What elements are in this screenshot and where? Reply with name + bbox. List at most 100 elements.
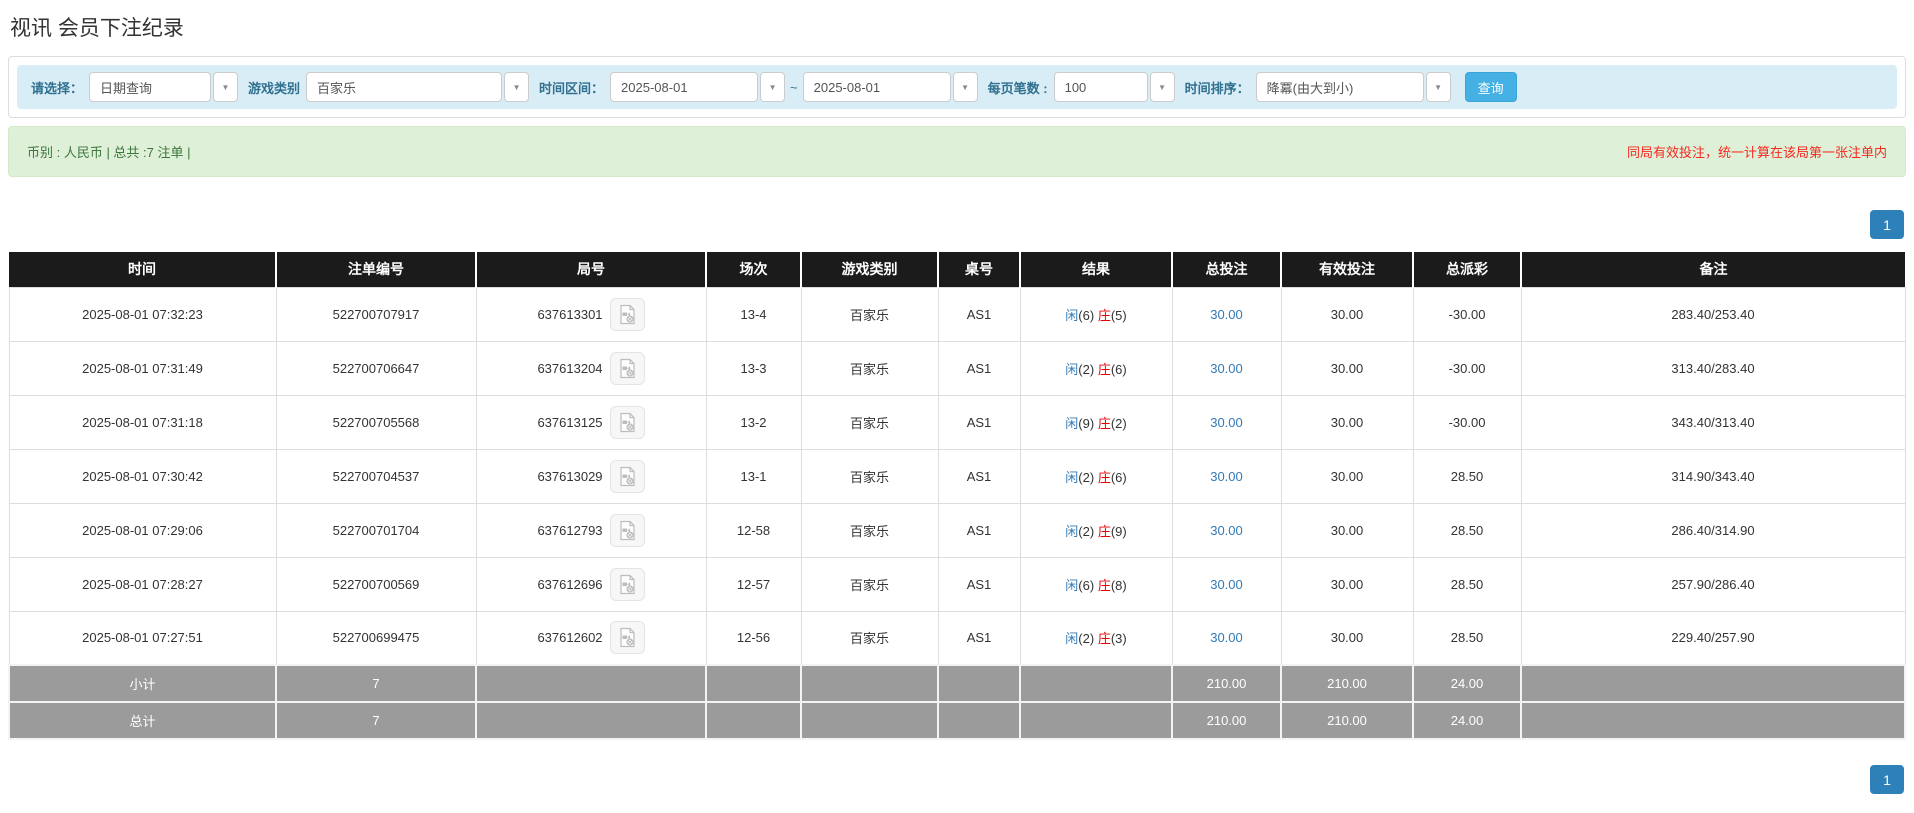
subtotal-valid-bet: 210.00: [1280, 664, 1414, 703]
table-row: 2025-08-01 07:29:06 522700701704 6376127…: [8, 502, 1906, 558]
cell-total-bet: 30.00: [1171, 502, 1282, 558]
result-player-label: 闲: [1065, 469, 1079, 485]
header-round-id: 局号: [476, 252, 707, 287]
result-banker-label: 庄: [1097, 307, 1111, 323]
time-sort-select[interactable]: 降冪(由大到小) ▼: [1255, 72, 1451, 102]
total-bet-link[interactable]: 30.00: [1210, 307, 1243, 322]
total-bet-link[interactable]: 30.00: [1210, 361, 1243, 376]
cell-game-type: 百家乐: [800, 340, 939, 396]
page-1-button[interactable]: 1: [1870, 210, 1904, 239]
chevron-down-icon[interactable]: ▼: [213, 72, 239, 102]
cell-result: 闲(2) 庄(3): [1019, 610, 1173, 666]
total-total-bet: 210.00: [1171, 701, 1282, 740]
result-player-label: 闲: [1065, 523, 1079, 539]
cell-table-number: AS1: [937, 448, 1021, 504]
cell-payout: 28.50: [1412, 610, 1522, 666]
game-type-value[interactable]: 百家乐: [306, 72, 503, 102]
chevron-down-icon[interactable]: ▼: [952, 72, 978, 102]
cell-payout: -30.00: [1412, 286, 1522, 342]
total-valid-bet: 210.00: [1280, 701, 1414, 740]
video-replay-button[interactable]: [609, 621, 645, 655]
cell-total-bet: 30.00: [1171, 556, 1282, 612]
film-document-icon: [619, 304, 635, 324]
film-document-icon: [619, 520, 635, 540]
result-player-score: (2): [1078, 631, 1095, 647]
cell-note: 229.40/257.90: [1520, 610, 1906, 666]
date-from-value[interactable]: 2025-08-01: [610, 72, 759, 102]
result-banker-score: (2): [1110, 415, 1127, 431]
cell-round-id: 637613029: [475, 448, 707, 504]
total-row: 总计 7 210.00 210.00 24.00: [8, 701, 1906, 740]
cell-result: 闲(6) 庄(5): [1019, 286, 1173, 342]
result-player-label: 闲: [1065, 577, 1079, 593]
cell-round-id: 637612793: [475, 502, 707, 558]
date-to-picker[interactable]: 2025-08-01 ▼: [802, 72, 978, 102]
header-payout: 总派彩: [1413, 252, 1522, 287]
chevron-down-icon[interactable]: ▼: [1149, 72, 1175, 102]
cell-result: 闲(2) 庄(9): [1019, 502, 1173, 558]
round-id: 637612793: [537, 522, 603, 538]
result-player-label: 闲: [1065, 631, 1079, 647]
table-header-row: 时间 注单编号 局号 场次 游戏类别 桌号 结果 总投注 有效投注 总派彩 备注: [9, 252, 1905, 287]
cell-total-bet: 30.00: [1171, 610, 1282, 666]
total-bet-link[interactable]: 30.00: [1210, 577, 1243, 592]
cell-payout: 28.50: [1412, 502, 1522, 558]
result-player-score: (2): [1078, 469, 1095, 485]
cell-note: 257.90/286.40: [1520, 556, 1906, 612]
video-replay-button[interactable]: [609, 351, 645, 385]
date-from-picker[interactable]: 2025-08-01 ▼: [610, 72, 786, 102]
total-bet-link[interactable]: 30.00: [1210, 523, 1243, 538]
cell-round-id: 637613301: [475, 286, 707, 342]
cell-bet-id: 522700701704: [275, 502, 477, 558]
cell-time: 2025-08-01 07:30:42: [8, 448, 277, 504]
total-bet-link[interactable]: 30.00: [1210, 469, 1243, 484]
cell-session: 12-56: [705, 610, 802, 666]
cell-session: 13-4: [705, 286, 802, 342]
cell-note: 313.40/283.40: [1520, 340, 1906, 396]
filter-panel: 请选择： 日期查询 ▼ 游戏类别 百家乐 ▼ 时间区间： 2025-08-01 …: [8, 56, 1906, 118]
cell-total-bet: 30.00: [1171, 340, 1282, 396]
pagination-top: 1: [8, 210, 1904, 239]
video-replay-button[interactable]: [609, 567, 645, 601]
per-page-select[interactable]: 100 ▼: [1053, 72, 1175, 102]
result-player-label: 闲: [1065, 415, 1079, 431]
date-to-value[interactable]: 2025-08-01: [802, 72, 951, 102]
query-type-select[interactable]: 日期查询 ▼: [89, 72, 239, 102]
video-replay-button[interactable]: [609, 297, 645, 331]
chevron-down-icon[interactable]: ▼: [1425, 72, 1451, 102]
result-banker-label: 庄: [1097, 361, 1111, 377]
cell-round-id: 637612696: [475, 556, 707, 612]
result-banker-score: (3): [1110, 631, 1127, 647]
subtotal-label: 小计: [8, 664, 277, 703]
total-count: 7: [275, 701, 477, 740]
video-replay-button[interactable]: [609, 405, 645, 439]
time-sort-value[interactable]: 降冪(由大到小): [1255, 72, 1424, 102]
total-bet-link[interactable]: 30.00: [1210, 415, 1243, 430]
result-banker-score: (8): [1110, 577, 1127, 593]
table-body: 2025-08-01 07:32:23 522700707917 6376133…: [8, 286, 1906, 740]
round-id: 637612696: [537, 576, 603, 592]
page-1-button[interactable]: 1: [1870, 765, 1904, 794]
round-id: 637613204: [537, 360, 603, 376]
cell-time: 2025-08-01 07:28:27: [8, 556, 277, 612]
time-range-label: 时间区间：: [539, 80, 605, 96]
chevron-down-icon[interactable]: ▼: [504, 72, 530, 102]
summary-bar: 币别 : 人民币 | 总共 :7 注单 | 同局有效投注，统一计算在该局第一张注…: [8, 126, 1906, 177]
game-type-label: 游戏类别: [248, 80, 301, 96]
per-page-value[interactable]: 100: [1053, 72, 1148, 102]
chevron-down-icon[interactable]: ▼: [760, 72, 786, 102]
query-type-value[interactable]: 日期查询: [89, 72, 212, 102]
result-banker-label: 庄: [1097, 415, 1111, 431]
table-row: 2025-08-01 07:31:49 522700706647 6376132…: [8, 340, 1906, 396]
film-document-icon: [619, 628, 635, 648]
page-title: 视讯 会员下注纪录: [10, 17, 184, 40]
video-replay-button[interactable]: [609, 513, 645, 547]
video-replay-button[interactable]: [609, 459, 645, 493]
cell-game-type: 百家乐: [800, 610, 939, 666]
search-button[interactable]: 查询: [1464, 72, 1517, 102]
total-label: 总计: [8, 701, 277, 740]
header-game-type: 游戏类别: [801, 252, 939, 287]
total-bet-link[interactable]: 30.00: [1210, 630, 1243, 645]
result-player-score: (2): [1078, 523, 1095, 539]
game-type-select[interactable]: 百家乐 ▼: [306, 72, 530, 102]
